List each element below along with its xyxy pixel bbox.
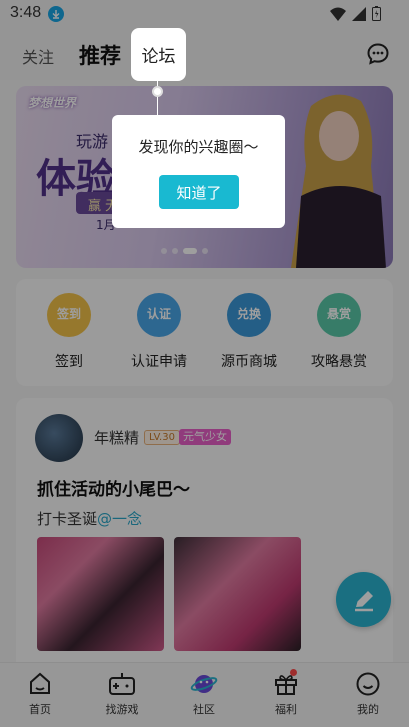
tab-forum[interactable]: 论坛 [131, 28, 186, 81]
guide-tooltip: 发现你的兴趣圈～ 知道了 [112, 115, 285, 228]
got-it-button[interactable]: 知道了 [159, 175, 239, 209]
dim-overlay[interactable] [0, 0, 409, 727]
tooltip-message: 发现你的兴趣圈～ [138, 138, 259, 156]
tooltip-pointer-dot [152, 86, 163, 97]
